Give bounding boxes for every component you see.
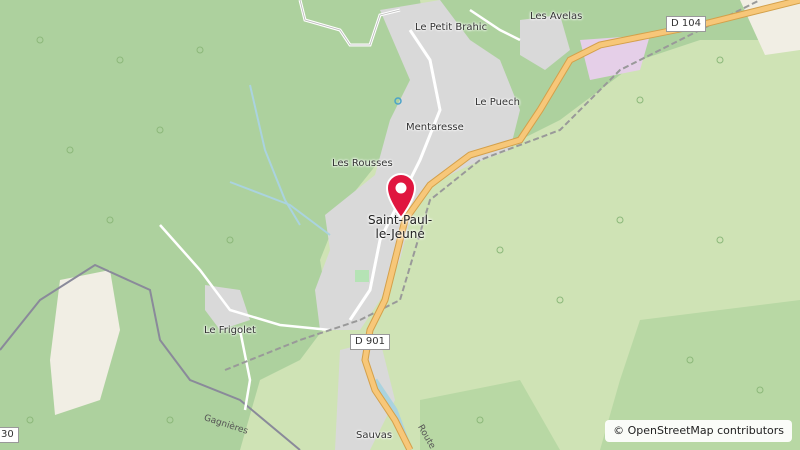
- place-label-les-rousses: Les Rousses: [332, 158, 393, 169]
- place-label-le-puech: Le Puech: [475, 97, 520, 108]
- town-label-line2: le-Jeune: [375, 227, 425, 241]
- map-pin-icon[interactable]: [384, 172, 418, 220]
- map-view[interactable]: Les Avelas Le Petit Brahic Le Puech Ment…: [0, 0, 800, 450]
- road-shield-edge-30: 30: [0, 427, 19, 443]
- place-label-sauvas: Sauvas: [356, 430, 393, 441]
- road-shield-d901: D 901: [350, 334, 390, 350]
- place-label-le-petit-brahic: Le Petit Brahic: [415, 22, 488, 33]
- attribution-text: © OpenStreetMap contributors: [613, 424, 784, 437]
- place-label-mentaresse: Mentaresse: [406, 122, 464, 133]
- place-label-les-avelas: Les Avelas: [530, 11, 583, 22]
- place-label-le-frigolet: Le Frigolet: [204, 325, 256, 336]
- road-shield-d104: D 104: [666, 16, 706, 32]
- attribution[interactable]: © OpenStreetMap contributors: [605, 420, 792, 442]
